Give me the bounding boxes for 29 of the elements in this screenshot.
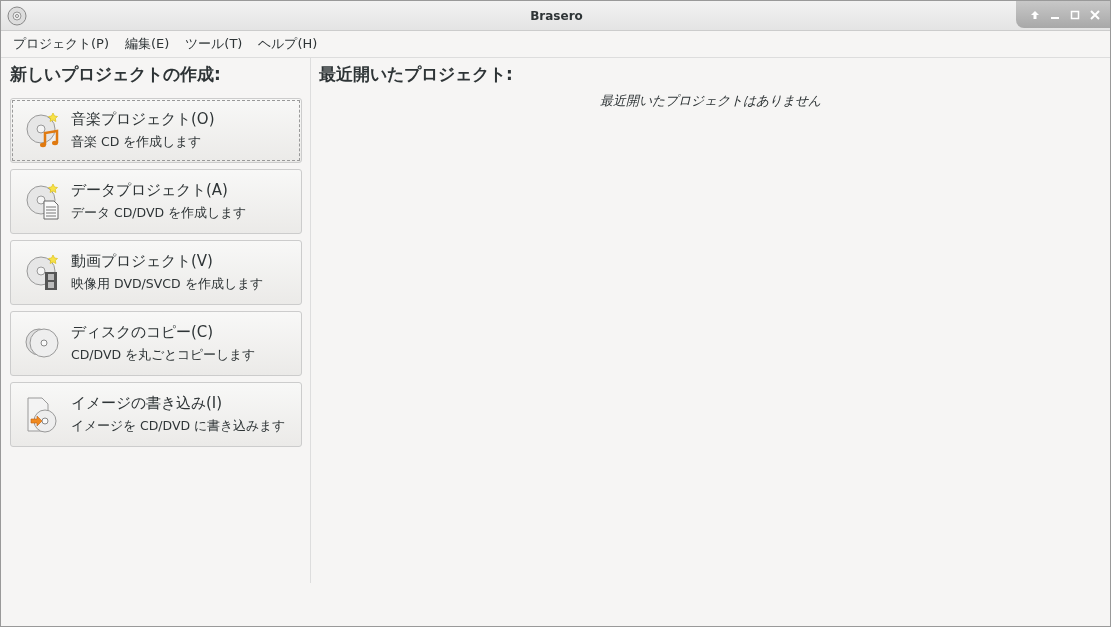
project-title: ディスクのコピー(C) <box>71 323 215 342</box>
project-description: データ CD/DVD を作成します <box>71 205 247 222</box>
document-disc-icon <box>25 181 61 222</box>
up-arrow-icon[interactable] <box>1030 9 1040 20</box>
project-button[interactable]: ディスクのコピー(C) CD/DVD を丸ごとコピーします <box>10 311 302 376</box>
menu-item[interactable]: 編集(E) <box>117 35 178 53</box>
project-description: CD/DVD を丸ごとコピーします <box>71 347 256 364</box>
menu-item[interactable]: ヘルプ(H) <box>250 35 326 53</box>
project-title: 音楽プロジェクト(O) <box>71 110 215 129</box>
film-disc-icon <box>25 252 61 293</box>
empty-message: 最近開いたプロジェクトはありません <box>599 92 822 110</box>
project-title: データプロジェクト(A) <box>71 181 229 200</box>
menu-item[interactable]: ツール(T) <box>177 35 251 53</box>
window-title: Brasero <box>529 8 584 23</box>
project-button[interactable]: 音楽プロジェクト(O) 音楽 CD を作成します <box>10 98 302 163</box>
section-heading: 最近開いたプロジェクト: <box>319 63 514 86</box>
disc-icon <box>7 5 27 26</box>
project-title: 動画プロジェクト(V) <box>71 252 214 271</box>
project-description: イメージを CD/DVD に書き込みます <box>71 418 286 435</box>
project-description: 映像用 DVD/SVCD を作成します <box>71 276 263 293</box>
project-button[interactable]: データプロジェクト(A) データ CD/DVD を作成します <box>10 169 302 234</box>
project-description: 音楽 CD を作成します <box>71 134 203 151</box>
close-icon[interactable] <box>1090 9 1100 20</box>
menu-item[interactable]: プロジェクト(P) <box>5 35 117 53</box>
project-button[interactable]: イメージの書き込み(I) イメージを CD/DVD に書き込みます <box>10 382 302 447</box>
project-button[interactable]: 動画プロジェクト(V) 映像用 DVD/SVCD を作成します <box>10 240 302 305</box>
project-title: イメージの書き込み(I) <box>71 394 224 413</box>
maximize-icon[interactable] <box>1070 9 1080 20</box>
section-heading: 新しいプロジェクトの作成: <box>10 63 222 86</box>
